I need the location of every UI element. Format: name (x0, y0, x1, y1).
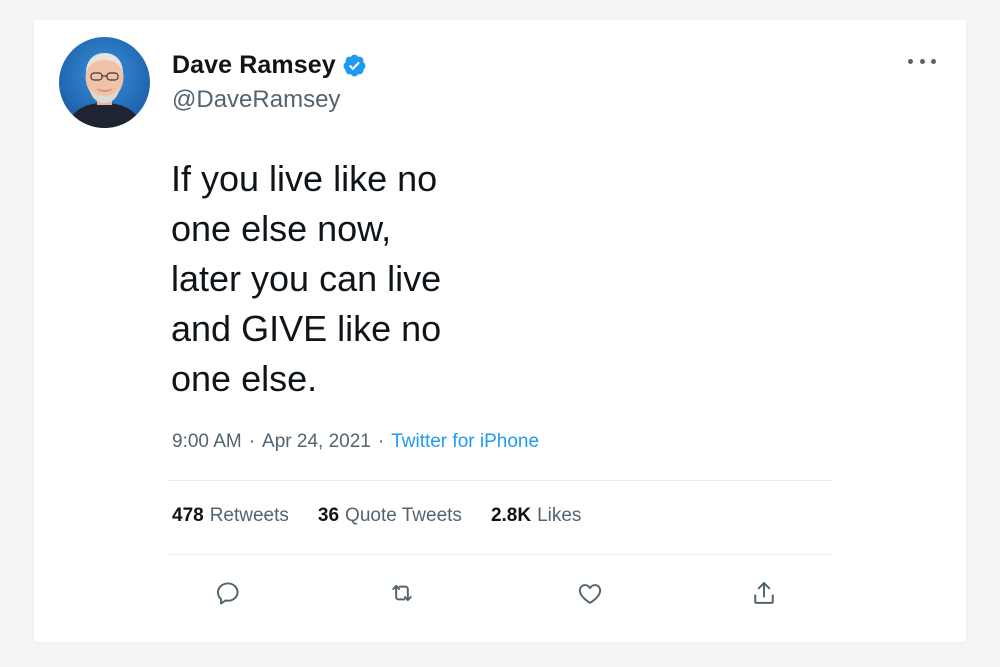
retweets-count: 478 (172, 505, 204, 526)
like-icon (578, 584, 602, 604)
tweet-source-link[interactable]: Twitter for iPhone (391, 431, 539, 453)
dot (908, 58, 913, 64)
dot (931, 58, 936, 64)
retweets-label: Retweets (209, 505, 289, 526)
quote-tweets-label: Quote Tweets (345, 505, 462, 526)
tweet-time[interactable]: 9:00 AM (172, 431, 242, 453)
likes-stat[interactable]: 2.8K Likes (491, 505, 582, 527)
dot (919, 58, 925, 64)
quote-tweets-count: 36 (317, 505, 340, 526)
reply-icon (216, 582, 239, 605)
tweet-stats: 478 Retweets 36 Quote Tweets 2.8K Likes (172, 505, 610, 527)
tweet-meta: 9:00 AM · Apr 24, 2021 · Twitter for iPh… (172, 431, 539, 453)
more-options-icon[interactable] (908, 50, 936, 72)
meta-separator: · (377, 431, 385, 452)
divider (167, 554, 833, 555)
share-button[interactable] (746, 575, 782, 611)
verified-badge-icon (342, 53, 367, 78)
share-icon (754, 582, 774, 604)
like-button[interactable] (572, 575, 608, 611)
name-row: Dave Ramsey (172, 48, 367, 82)
avatar[interactable] (59, 37, 150, 128)
user-handle[interactable]: @DaveRamsey (172, 86, 340, 114)
retweet-button[interactable] (384, 575, 420, 611)
display-name[interactable]: Dave Ramsey (172, 51, 336, 80)
tweet-text: If you live like no one else now, later … (171, 158, 442, 399)
tweet-date[interactable]: Apr 24, 2021 (262, 431, 371, 453)
divider (167, 480, 833, 481)
meta-separator: · (248, 431, 256, 452)
likes-count: 2.8K (490, 505, 532, 526)
likes-label: Likes (537, 505, 582, 526)
tweet-card: Dave Ramsey @DaveRamsey If you live like… (34, 20, 966, 642)
profile-photo (59, 37, 150, 128)
reply-button[interactable] (210, 575, 246, 611)
retweet-icon (392, 585, 412, 601)
quote-tweets-stat[interactable]: 36 Quote Tweets (318, 505, 462, 527)
retweets-stat[interactable]: 478 Retweets (172, 505, 289, 527)
action-bar (34, 575, 966, 611)
